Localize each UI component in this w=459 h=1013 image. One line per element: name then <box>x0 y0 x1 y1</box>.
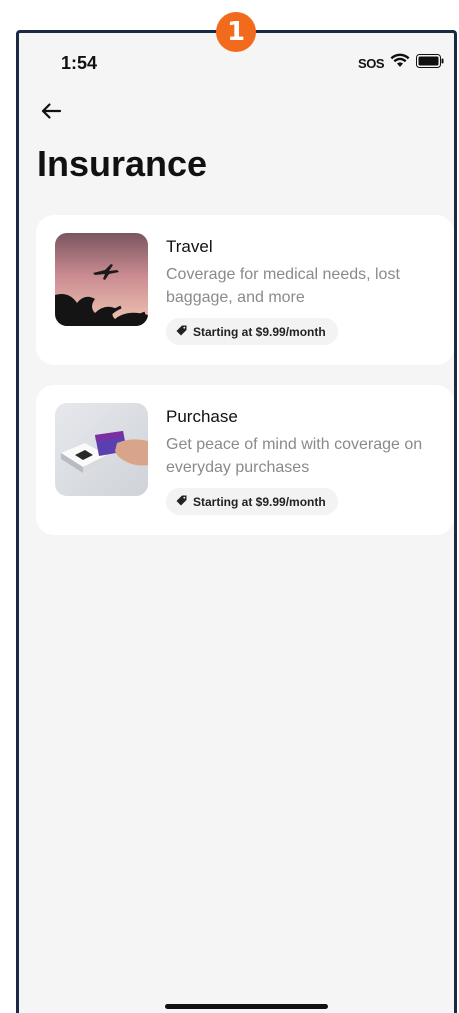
status-icons: SOS <box>358 53 444 73</box>
wifi-icon <box>390 53 410 73</box>
price-badge: Starting at $9.99/month <box>166 488 338 515</box>
back-arrow-icon <box>40 102 62 125</box>
airplane-sunset-image <box>55 233 148 326</box>
card-title: Purchase <box>166 407 238 426</box>
insurance-card-purchase[interactable]: Purchase Get peace of mind with coverage… <box>36 385 454 535</box>
tag-icon <box>176 323 187 341</box>
phone-screen: 1:54 SOS Insurance Travel Coverage for m… <box>16 30 457 1013</box>
card-payment-terminal-image <box>55 403 148 496</box>
home-indicator[interactable] <box>165 1004 328 1009</box>
card-title: Travel <box>166 237 213 256</box>
sos-indicator: SOS <box>358 55 384 71</box>
status-time: 1:54 <box>61 53 98 73</box>
insurance-card-travel[interactable]: Travel Coverage for medical needs, lost … <box>36 215 454 365</box>
price-badge: Starting at $9.99/month <box>166 318 338 345</box>
tag-icon <box>176 493 187 511</box>
card-description: Coverage for medical needs, lost baggage… <box>166 266 400 306</box>
step-badge: 1 <box>216 12 256 52</box>
battery-icon <box>416 53 444 73</box>
back-button[interactable] <box>37 99 65 127</box>
card-description: Get peace of mind with coverage on every… <box>166 436 423 476</box>
price-text: Starting at $9.99/month <box>193 494 326 509</box>
page-title: Insurance <box>37 143 208 184</box>
price-text: Starting at $9.99/month <box>193 324 326 339</box>
